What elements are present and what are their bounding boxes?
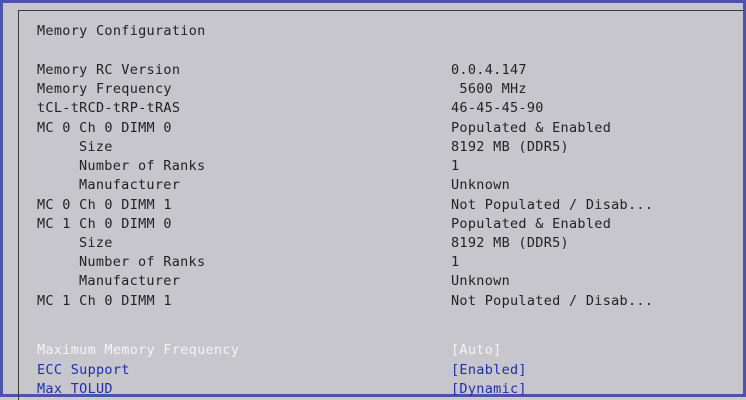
bios-window: Memory Configuration Memory RC Version 0…	[0, 0, 746, 400]
info-value: 0.0.4.147	[451, 62, 527, 78]
info-value: Not Populated / Disab...	[451, 293, 654, 309]
info-label: Memory RC Version	[37, 62, 181, 78]
info-label: Memory Frequency	[37, 81, 172, 97]
info-label: Number of Ranks	[79, 254, 206, 270]
info-value: 1	[451, 254, 460, 270]
info-value: Unknown	[451, 273, 510, 289]
option-label: ECC Support	[37, 362, 130, 378]
info-row-timings: tCL-tRCD-tRP-tRAS 46-45-45-90	[37, 98, 743, 118]
info-row-size: Size 8192 MB (DDR5)	[37, 137, 743, 157]
info-value: 8192 MB (DDR5)	[451, 235, 569, 251]
info-label: Manufacturer	[79, 177, 181, 193]
info-row-ranks: Number of Ranks 1	[37, 252, 743, 272]
info-value: Not Populated / Disab...	[451, 197, 654, 213]
info-value: 46-45-45-90	[451, 100, 544, 116]
option-max-tolud[interactable]: Max TOLUD [Dynamic]	[37, 379, 743, 399]
option-value[interactable]: [Auto]	[451, 340, 502, 360]
info-row-mc1-dimm0: MC 1 Ch 0 DIMM 0 Populated & Enabled	[37, 214, 743, 234]
option-max-memory-frequency[interactable]: Maximum Memory Frequency [Auto]	[37, 340, 743, 360]
info-label: MC 1 Ch 0 DIMM 0	[37, 216, 172, 232]
info-row-mc0-dimm1: MC 0 Ch 0 DIMM 1 Not Populated / Disab..…	[37, 195, 743, 215]
info-row-rc-version: Memory RC Version 0.0.4.147	[37, 60, 743, 80]
info-value: Populated & Enabled	[451, 216, 612, 232]
info-row-mc0-dimm0: MC 0 Ch 0 DIMM 0 Populated & Enabled	[37, 118, 743, 138]
info-label: MC 0 Ch 0 DIMM 0	[37, 120, 172, 136]
info-label: MC 0 Ch 0 DIMM 1	[37, 197, 172, 213]
info-row-manufacturer: Manufacturer Unknown	[37, 271, 743, 291]
info-row-frequency: Memory Frequency 5600 MHz	[37, 79, 743, 99]
info-value: Unknown	[451, 177, 510, 193]
option-label: Max TOLUD	[37, 381, 113, 397]
option-value[interactable]: [Enabled]	[451, 360, 527, 380]
option-ecc-support[interactable]: ECC Support [Enabled]	[37, 360, 743, 380]
page-title: Memory Configuration	[37, 23, 206, 39]
info-label: Size	[79, 235, 113, 251]
info-value: 1	[451, 158, 460, 174]
info-label: Size	[79, 139, 113, 155]
info-label: MC 1 Ch 0 DIMM 1	[37, 293, 172, 309]
option-label: Maximum Memory Frequency	[37, 342, 240, 358]
info-label: tCL-tRCD-tRP-tRAS	[37, 100, 181, 116]
info-value: 8192 MB (DDR5)	[451, 139, 569, 155]
option-value[interactable]: [Dynamic]	[451, 379, 527, 399]
info-row-mc1-dimm1: MC 1 Ch 0 DIMM 1 Not Populated / Disab..…	[37, 291, 743, 311]
info-value: 5600 MHz	[451, 81, 527, 97]
info-row-size: Size 8192 MB (DDR5)	[37, 233, 743, 253]
info-row-ranks: Number of Ranks 1	[37, 156, 743, 176]
info-row-manufacturer: Manufacturer Unknown	[37, 175, 743, 195]
info-label: Number of Ranks	[79, 158, 206, 174]
info-value: Populated & Enabled	[451, 120, 612, 136]
info-label: Manufacturer	[79, 273, 181, 289]
